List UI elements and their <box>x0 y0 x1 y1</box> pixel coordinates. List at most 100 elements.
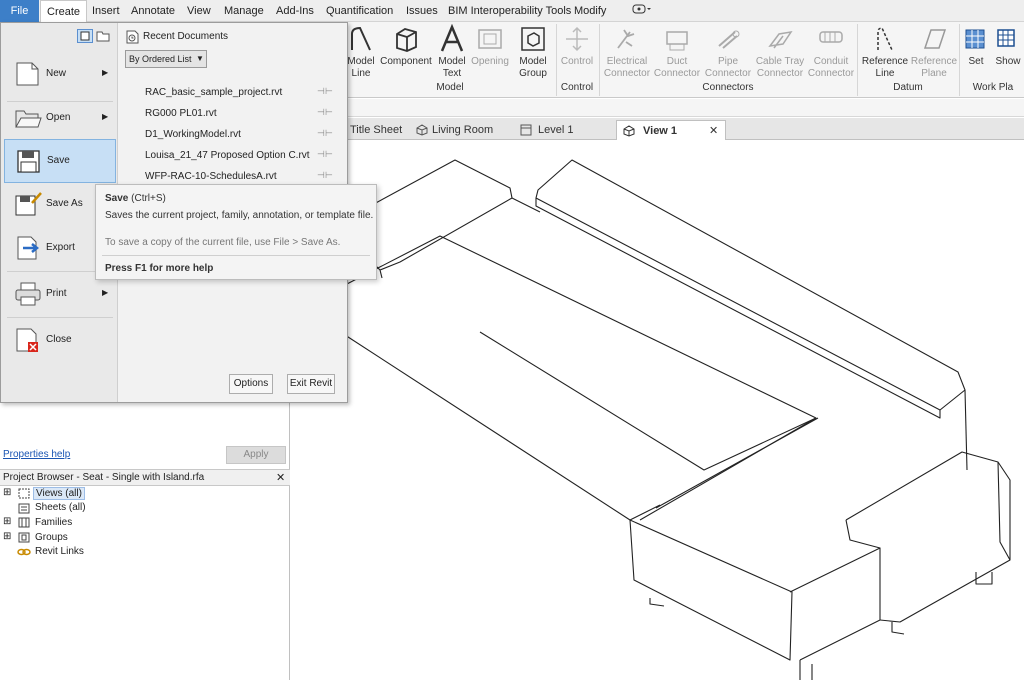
ribbon-separator <box>959 24 960 96</box>
open-folder-icon <box>15 110 42 128</box>
tab-annotate[interactable]: Annotate <box>125 0 181 22</box>
pin-icon[interactable]: ⊣⊢ <box>317 149 333 160</box>
pin-icon[interactable]: ⊣⊢ <box>317 86 333 97</box>
tab-bim-interoperability[interactable]: BIM Interoperability Tools <box>442 0 577 22</box>
tab-living-room[interactable]: Living Room <box>412 120 512 140</box>
model-text-button[interactable]: Model Text <box>435 24 469 80</box>
tab-quantification[interactable]: Quantification <box>320 0 399 22</box>
pin-icon[interactable]: ⊣⊢ <box>317 170 333 181</box>
pipe-connector-button[interactable]: Pipe Connector <box>704 24 752 80</box>
contextual-dropdown-icon[interactable] <box>626 0 658 22</box>
recent-documents-title: Recent Documents <box>143 31 229 42</box>
recent-doc-item[interactable]: RAC_basic_sample_project.rvt <box>145 87 282 98</box>
cable-tray-connector-button[interactable]: Cable Tray Connector <box>754 24 806 80</box>
model-text-icon <box>440 24 464 52</box>
tab-add-ins[interactable]: Add-Ins <box>270 0 320 22</box>
model-line-icon <box>351 26 371 51</box>
set-workplane-button[interactable]: Set <box>962 24 990 68</box>
floor-plan-icon <box>520 124 532 136</box>
tooltip-help: Press F1 for more help <box>105 263 214 274</box>
conduit-connector-button[interactable]: Conduit Connector <box>806 24 856 80</box>
set-workplane-icon <box>965 29 985 49</box>
reference-line-icon <box>877 27 893 51</box>
close-tab-icon[interactable]: ✕ <box>709 121 718 141</box>
options-button[interactable]: Options <box>229 374 273 394</box>
tab-issues[interactable]: Issues <box>400 0 444 22</box>
panel-label-connectors: Connectors <box>702 82 754 93</box>
tree-item-families[interactable]: Families <box>35 517 72 528</box>
reference-plane-button[interactable]: Reference Plane <box>910 24 958 80</box>
close-menu-item[interactable]: Close <box>4 319 116 363</box>
component-button[interactable]: Component <box>378 24 434 68</box>
panel-label-work-plane: Work Pla <box>972 82 1014 93</box>
model-line-button[interactable]: Model Line <box>344 24 378 80</box>
exit-revit-button[interactable]: Exit Revit <box>287 374 335 394</box>
drawing-canvas[interactable] <box>290 140 1024 680</box>
project-browser-title: Project Browser - Seat - Single with Isl… <box>3 472 205 483</box>
groups-icon <box>18 532 30 543</box>
electrical-connector-button[interactable]: Electrical Connector <box>602 24 652 80</box>
tree-item-sheets[interactable]: Sheets (all) <box>35 502 86 513</box>
tree-item-views[interactable]: Views (all) <box>33 487 85 500</box>
pin-icon[interactable]: ⊣⊢ <box>317 107 333 118</box>
view-tabs: Title Sheet Living Room Level 1 View 1 ✕ <box>290 118 1024 140</box>
tab-manage[interactable]: Manage <box>218 0 270 22</box>
tab-modify[interactable]: Modify <box>568 0 612 22</box>
tooltip-title: Save <box>105 193 129 204</box>
tree-item-revit-links[interactable]: Revit Links <box>35 546 84 557</box>
families-icon <box>18 517 30 528</box>
properties-help-link[interactable]: Properties help <box>3 449 70 460</box>
reference-plane-icon <box>923 29 947 49</box>
tab-view-1[interactable]: View 1 ✕ <box>616 120 726 140</box>
open-menu-item[interactable]: Open ▶ <box>4 97 116 141</box>
component-icon <box>396 28 417 52</box>
apply-button[interactable]: Apply <box>226 446 286 464</box>
tab-view[interactable]: View <box>181 0 217 22</box>
tab-title-sheet[interactable]: Title Sheet <box>346 120 412 140</box>
tree-expand-icon[interactable]: ⊞ <box>3 487 11 498</box>
opening-button[interactable]: Opening <box>469 24 511 68</box>
menu-separator <box>7 317 113 318</box>
reference-line-button[interactable]: Reference Line <box>860 24 910 80</box>
tab-level-1[interactable]: Level 1 <box>516 120 608 140</box>
show-workplane-button[interactable]: Show <box>992 24 1024 68</box>
save-tooltip: Save (Ctrl+S) Saves the current project,… <box>95 184 377 280</box>
save-menu-item[interactable]: Save <box>4 139 116 183</box>
model-group-icon <box>521 27 545 51</box>
model-group-button[interactable]: Model Group <box>514 24 552 80</box>
tree-expand-icon[interactable]: ⊞ <box>3 531 11 542</box>
tooltip-shortcut: (Ctrl+S) <box>131 193 166 204</box>
3d-view-icon <box>416 124 428 136</box>
panel-label-model: Model <box>436 82 464 93</box>
tooltip-separator <box>102 255 370 256</box>
recent-doc-item[interactable]: D1_WorkingModel.rvt <box>145 129 241 140</box>
menu-bar: File Create Insert Annotate View Manage … <box>0 0 1024 22</box>
duct-connector-button[interactable]: Duct Connector <box>653 24 701 80</box>
opening-icon <box>478 29 502 49</box>
electrical-connector-icon <box>617 29 635 49</box>
duct-connector-icon <box>666 31 688 51</box>
tab-insert[interactable]: Insert <box>86 0 126 22</box>
control-button[interactable]: Control <box>558 24 596 68</box>
open-documents-toggle-icon[interactable] <box>95 29 111 43</box>
show-workplane-icon <box>997 29 1015 47</box>
recent-documents-toggle-icon[interactable] <box>77 29 93 43</box>
project-browser-header: Project Browser - Seat - Single with Isl… <box>0 469 290 486</box>
save-as-icon <box>15 192 42 216</box>
cable-tray-connector-icon <box>768 30 793 49</box>
control-icon <box>566 26 588 52</box>
close-browser-icon[interactable]: ✕ <box>276 471 285 484</box>
recent-doc-item[interactable]: WFP-RAC-10-SchedulesA.rvt <box>145 171 277 182</box>
tree-item-groups[interactable]: Groups <box>35 532 68 543</box>
export-icon <box>17 236 40 260</box>
new-menu-item[interactable]: New ▶ <box>4 53 116 97</box>
ordered-list-dropdown[interactable]: By Ordered List ▼ <box>125 50 207 68</box>
recent-doc-item[interactable]: RG000 PL01.rvt <box>145 108 217 119</box>
tab-create[interactable]: Create <box>40 0 88 22</box>
save-floppy-icon <box>17 150 40 173</box>
recent-documents-icon <box>126 30 139 44</box>
tree-expand-icon[interactable]: ⊞ <box>3 516 11 527</box>
recent-doc-item[interactable]: Louisa_21_47 Proposed Option C.rvt <box>145 150 310 161</box>
tab-file[interactable]: File <box>0 0 39 22</box>
pin-icon[interactable]: ⊣⊢ <box>317 128 333 139</box>
